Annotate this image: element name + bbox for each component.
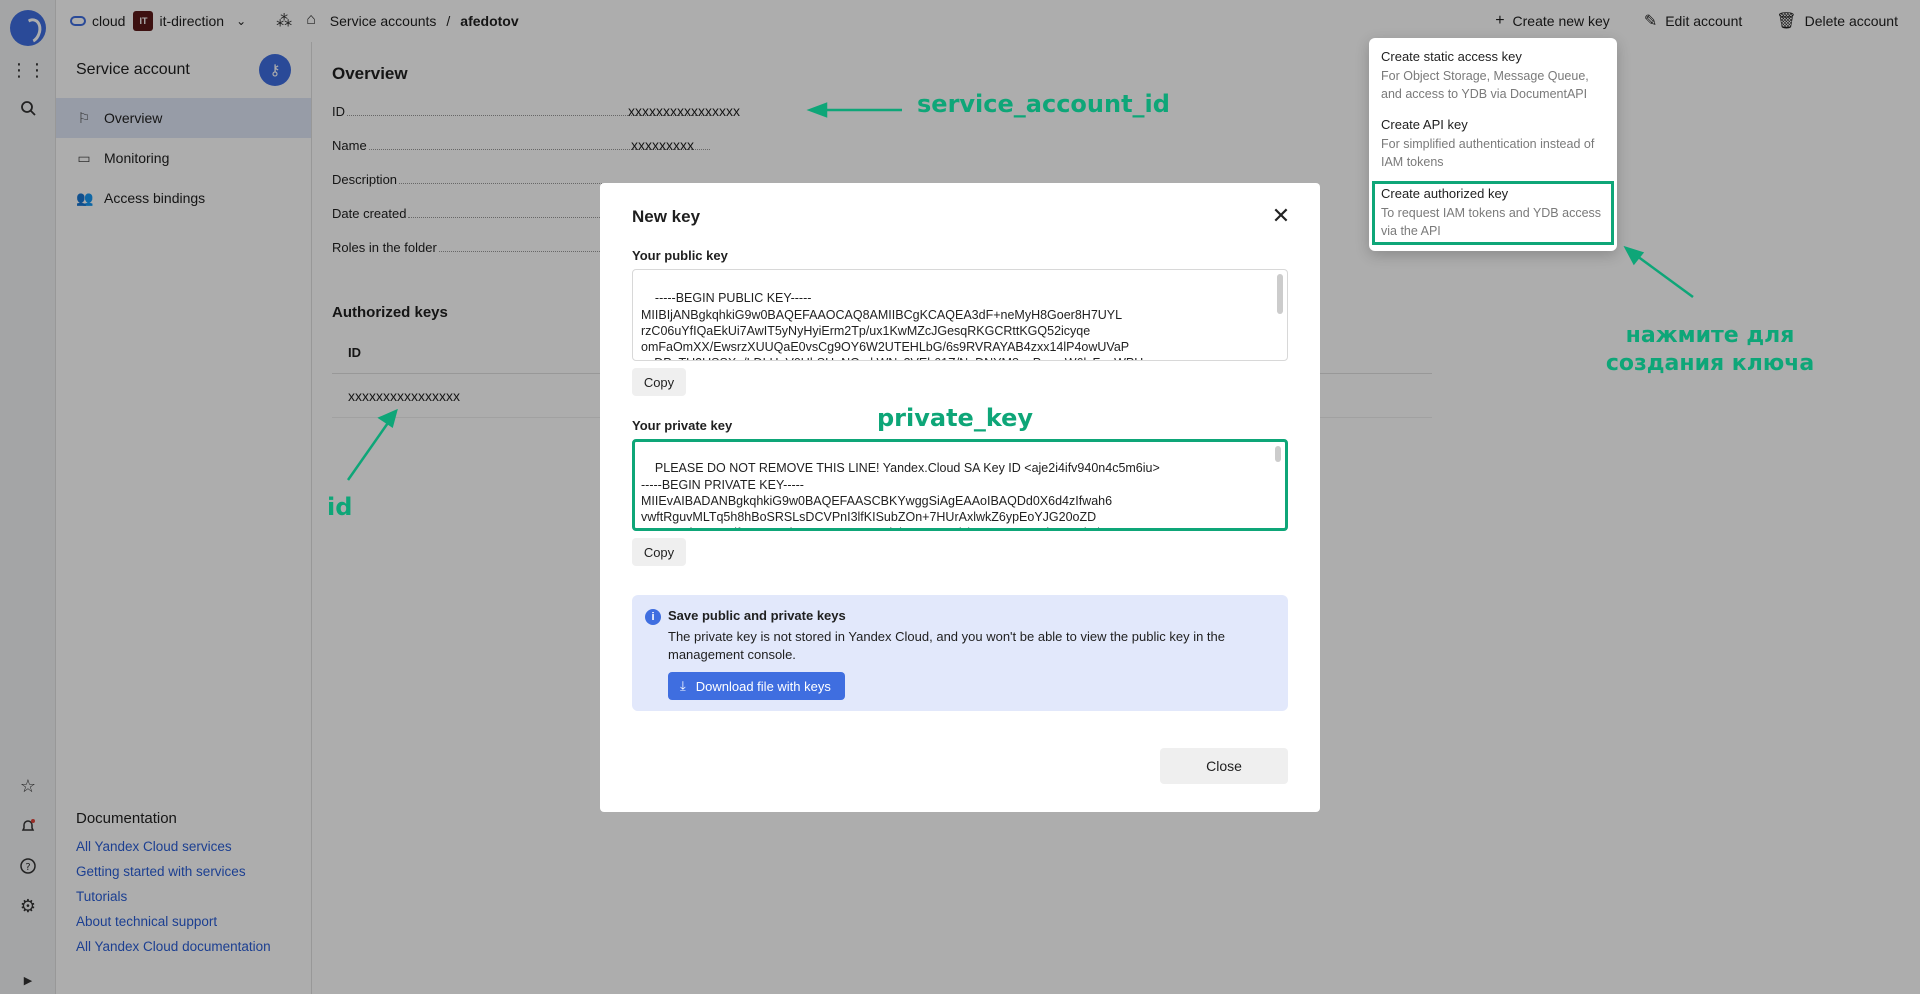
menu-item-description: For simplified authentication instead of…	[1381, 137, 1595, 170]
copy-private-key-button[interactable]: Copy	[632, 538, 686, 566]
public-key-label: Your public key	[632, 248, 728, 263]
menu-item-description: To request IAM tokens and YDB access via…	[1381, 205, 1602, 238]
private-key-textarea[interactable]: PLEASE DO NOT REMOVE THIS LINE! Yandex.C…	[632, 439, 1288, 531]
info-icon: i	[645, 609, 661, 625]
menu-item-title: Create static access key	[1381, 49, 1522, 64]
new-key-dialog: New key ✕ Your public key -----BEGIN PUB…	[600, 183, 1320, 812]
public-key-textarea[interactable]: -----BEGIN PUBLIC KEY----- MIIBIjANBgkqh…	[632, 269, 1288, 361]
annotation-hint: нажмите для создания ключа	[1600, 322, 1820, 378]
menu-item-static-access-key[interactable]: Create static access key For Object Stor…	[1369, 42, 1617, 110]
download-keys-button[interactable]: ⤓ Download file with keys	[668, 672, 845, 700]
copy-public-key-button[interactable]: Copy	[632, 368, 686, 396]
private-key-text: PLEASE DO NOT REMOVE THIS LINE! Yandex.C…	[641, 461, 1160, 528]
notice-title: Save public and private keys	[668, 608, 846, 623]
close-icon[interactable]: ✕	[1270, 205, 1292, 227]
annotation-private-key: private_key	[877, 404, 1034, 432]
scrollbar[interactable]	[1275, 446, 1281, 462]
menu-item-authorized-key[interactable]: Create authorized key To request IAM tok…	[1372, 180, 1614, 245]
menu-item-title: Create authorized key	[1381, 185, 1509, 201]
menu-item-api-key[interactable]: Create API key For simplified authentica…	[1369, 110, 1617, 178]
download-icon: ⤓	[680, 678, 686, 693]
download-label: Download file with keys	[695, 678, 831, 694]
scrollbar[interactable]	[1277, 274, 1283, 314]
save-keys-notice: i Save public and private keys The priva…	[632, 595, 1288, 711]
dialog-title: New key	[632, 207, 701, 226]
close-button[interactable]: Close	[1160, 748, 1288, 784]
private-key-label: Your private key	[632, 418, 733, 433]
public-key-text: -----BEGIN PUBLIC KEY----- MIIBIjANBgkqh…	[641, 291, 1143, 360]
annotation-hint-line1: нажмите для	[1625, 323, 1795, 348]
menu-item-title: Create API key	[1381, 117, 1468, 133]
annotation-id: id	[327, 493, 353, 521]
menu-item-description: For Object Storage, Message Queue, and a…	[1381, 69, 1589, 102]
notice-body: The private key is not stored in Yandex …	[668, 629, 1226, 662]
annotation-hint-line2: создания ключа	[1605, 351, 1815, 376]
create-key-menu: Create static access key For Object Stor…	[1369, 38, 1617, 251]
annotation-service-account-id: service_account_id	[917, 90, 1170, 118]
